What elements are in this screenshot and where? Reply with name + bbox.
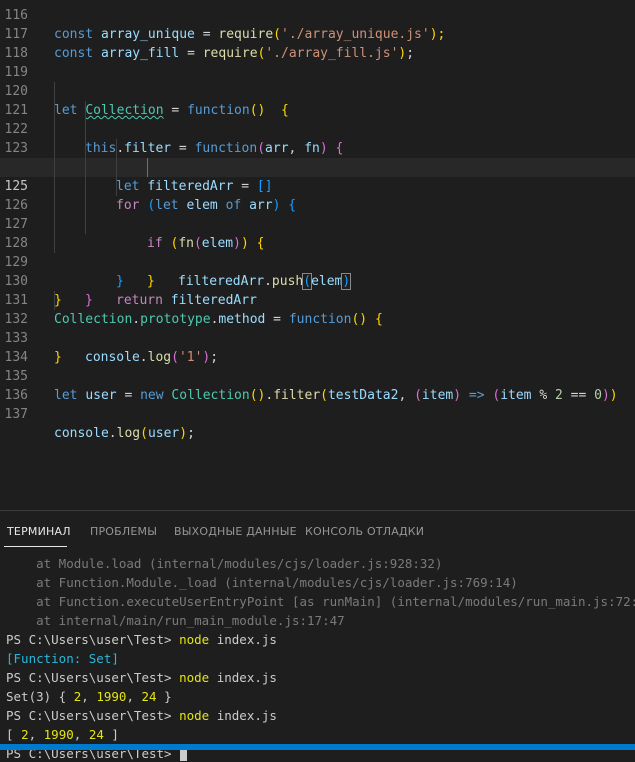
stack-trace-line: at Function.executeUserEntryPoint [as ru…	[6, 594, 635, 609]
indent-guide	[54, 291, 55, 310]
code-line-135[interactable]: 135 let user = new Collection().filter(t…	[0, 348, 635, 403]
code-line-123[interactable]: 123 for (let elem of arr) {	[0, 120, 635, 213]
indent-guide	[116, 177, 117, 196]
stack-trace-line: at internal/main/run_main_module.js:17:4…	[6, 613, 345, 628]
code-line-133[interactable]: 133 }	[0, 310, 635, 365]
line-number: 137	[4, 407, 28, 422]
code-editor[interactable]: 116 const array_unique = require('./arra…	[0, 0, 635, 510]
tab-problems[interactable]: ПРОБЛЕМЫ	[90, 525, 157, 538]
indent-guide	[85, 196, 86, 215]
indent-guide	[54, 158, 55, 177]
code-line-120[interactable]: 120 let Collection = function() {	[0, 63, 635, 118]
code-line-122[interactable]: 122 let filteredArr = []	[0, 101, 635, 194]
code-line-127[interactable]: 127 }	[0, 196, 635, 289]
code-line-136[interactable]: 136	[0, 367, 635, 403]
bottom-panel: ТЕРМИНАЛ ПРОБЛЕМЫ ВЫХОДНЫЕ ДАННЫЕ КОНСОЛ…	[0, 510, 635, 761]
code-line-129[interactable]: 129 }	[0, 234, 635, 308]
code-content: console.log(user);	[54, 426, 195, 441]
code-line-128[interactable]: 128 return filteredArr	[0, 215, 635, 308]
code-line-134[interactable]: 134	[0, 329, 635, 365]
code-line-118[interactable]: 118	[0, 25, 635, 61]
indent-guide	[54, 101, 55, 120]
indent-guide	[54, 215, 55, 234]
active-tab-indicator	[4, 546, 67, 547]
indent-guide	[54, 196, 55, 215]
terminal-output-line: Set(3) { 2, 1990, 24 }	[6, 689, 172, 704]
indent-guide	[116, 139, 117, 158]
indent-guide	[54, 120, 55, 139]
indent-guide-active	[147, 158, 148, 177]
code-line-119[interactable]: 119	[0, 44, 635, 80]
indent-guide	[54, 234, 55, 253]
status-bar	[0, 744, 635, 750]
tab-debug-console[interactable]: КОНСОЛЬ ОТЛАДКИ	[305, 525, 424, 538]
indent-guide	[85, 120, 86, 139]
code-line-137[interactable]: 137 console.log(user);	[0, 386, 635, 441]
terminal-prompt-line: PS C:\Users\user\Test> node index.js	[6, 708, 277, 723]
stack-trace-line: at Function.Module._load (internal/modul…	[6, 575, 518, 590]
indent-guide	[85, 101, 86, 120]
terminal-output-line: [Function: Set]	[6, 651, 119, 666]
tab-output[interactable]: ВЫХОДНЫЕ ДАННЫЕ	[174, 525, 297, 538]
stack-trace-line: at Module.load (internal/modules/cjs/loa…	[6, 556, 443, 571]
code-line-117[interactable]: 117 const array_fill = require('./array_…	[0, 6, 635, 61]
code-line-131[interactable]: 131 Collection.prototype.method = functi…	[0, 272, 635, 327]
indent-guide	[85, 177, 86, 196]
code-line-126[interactable]: 126 }	[0, 177, 635, 289]
indent-guide	[54, 177, 55, 196]
indent-guide	[85, 158, 86, 177]
code-line-130[interactable]: 130 }	[0, 253, 635, 308]
indent-guide	[85, 139, 86, 158]
code-line-121[interactable]: 121 this.filter = function(arr, fn) {	[0, 82, 635, 156]
terminal-prompt-line: PS C:\Users\user\Test> node index.js	[6, 670, 277, 685]
indent-guide	[54, 139, 55, 158]
terminal-output-line: [ 2, 1990, 24 ]	[6, 727, 119, 742]
indent-guide	[116, 158, 117, 177]
code-line-132[interactable]: 132 console.log('1');	[0, 291, 635, 365]
indent-guide	[54, 82, 55, 101]
code-line-125-current[interactable]: 125 filteredArr.push(elem)	[0, 158, 635, 290]
terminal-prompt-line: PS C:\Users\user\Test> node index.js	[6, 632, 277, 647]
panel-tabs: ТЕРМИНАЛ ПРОБЛЕМЫ ВЫХОДНЫЕ ДАННЫЕ КОНСОЛ…	[0, 511, 635, 549]
tab-terminal[interactable]: ТЕРМИНАЛ	[7, 525, 71, 538]
code-line-124[interactable]: 124 if (fn(elem)) {	[0, 139, 635, 251]
indent-guide	[85, 215, 86, 234]
